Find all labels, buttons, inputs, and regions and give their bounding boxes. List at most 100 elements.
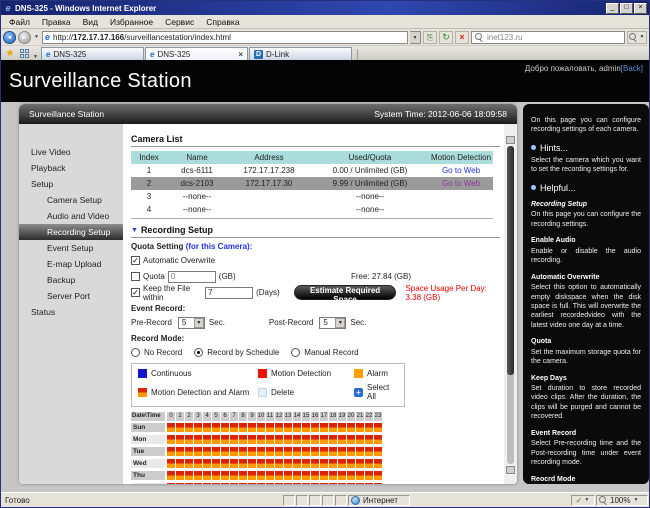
vertical-scrollbar[interactable] xyxy=(504,124,517,484)
schedule-cell[interactable] xyxy=(230,447,238,456)
schedule-cell[interactable] xyxy=(257,483,265,484)
schedule-cell[interactable] xyxy=(239,435,247,444)
schedule-cell[interactable] xyxy=(356,483,364,484)
schedule-cell[interactable] xyxy=(266,459,274,468)
schedule-cell[interactable] xyxy=(311,471,319,480)
schedule-cell[interactable] xyxy=(248,483,256,484)
schedule-cell[interactable] xyxy=(185,483,193,484)
schedule-cell[interactable] xyxy=(248,435,256,444)
schedule-cell[interactable] xyxy=(320,447,328,456)
schedule-cell[interactable] xyxy=(167,459,175,468)
schedule-cell[interactable] xyxy=(167,483,175,484)
schedule-cell[interactable] xyxy=(167,423,175,432)
schedule-cell[interactable] xyxy=(275,435,283,444)
schedule-cell[interactable] xyxy=(239,471,247,480)
schedule-cell[interactable] xyxy=(239,459,247,468)
schedule-cell[interactable] xyxy=(356,435,364,444)
quota-checkbox[interactable] xyxy=(131,272,140,281)
menu-item-[interactable]: Вид xyxy=(77,17,104,27)
schedule-cell[interactable] xyxy=(266,471,274,480)
schedule-cell[interactable] xyxy=(365,483,373,484)
legend-item-alarm[interactable]: Alarm xyxy=(354,369,398,378)
schedule-cell[interactable] xyxy=(248,447,256,456)
schedule-cell[interactable] xyxy=(212,435,220,444)
legend-delete-swatch[interactable] xyxy=(258,387,267,397)
search-options-button[interactable]: ▼ xyxy=(627,30,647,44)
legend-item-continuous[interactable]: Continuous xyxy=(138,369,258,378)
schedule-cell[interactable] xyxy=(356,447,364,456)
menu-item-[interactable]: Правка xyxy=(36,17,77,27)
schedule-cell[interactable] xyxy=(203,483,211,484)
schedule-cell[interactable] xyxy=(275,447,283,456)
schedule-cell[interactable] xyxy=(176,459,184,468)
legend-selectall-swatch[interactable]: + xyxy=(354,387,363,397)
sidebar-item-setup[interactable]: Setup xyxy=(19,176,123,192)
schedule-cell[interactable] xyxy=(284,483,292,484)
schedule-cell[interactable] xyxy=(194,447,202,456)
schedule-cell[interactable] xyxy=(311,483,319,484)
schedule-cell[interactable] xyxy=(176,447,184,456)
schedule-cell[interactable] xyxy=(257,471,265,480)
close-tab-icon[interactable]: × xyxy=(238,50,243,59)
schedule-cell[interactable] xyxy=(275,423,283,432)
schedule-cell[interactable] xyxy=(302,447,310,456)
schedule-cell[interactable] xyxy=(347,423,355,432)
scrollbar-track[interactable] xyxy=(507,146,514,464)
keep-days-input[interactable] xyxy=(205,286,254,299)
menu-item-[interactable]: Справка xyxy=(200,17,245,27)
sidebar-item-camera-setup[interactable]: Camera Setup xyxy=(19,192,123,208)
radio-manual-record[interactable] xyxy=(291,347,301,357)
schedule-cell[interactable] xyxy=(266,447,274,456)
schedule-cell[interactable] xyxy=(230,483,238,484)
sidebar-item-event-setup[interactable]: Event Setup xyxy=(19,240,123,256)
schedule-cell[interactable] xyxy=(167,471,175,480)
schedule-cell[interactable] xyxy=(185,471,193,480)
estimate-required-space-button[interactable]: Estimate Required Space xyxy=(293,285,397,304)
schedule-cell[interactable] xyxy=(302,471,310,480)
schedule-cell[interactable] xyxy=(230,435,238,444)
schedule-cell[interactable] xyxy=(365,471,373,480)
schedule-cell[interactable] xyxy=(221,471,229,480)
schedule-cell[interactable] xyxy=(329,435,337,444)
schedule-cell[interactable] xyxy=(212,447,220,456)
schedule-cell[interactable] xyxy=(338,447,346,456)
scroll-up-button[interactable] xyxy=(506,136,515,144)
legend-item-select-all[interactable]: + Select All xyxy=(354,383,398,401)
schedule-cell[interactable] xyxy=(275,483,283,484)
schedule-cell[interactable] xyxy=(311,435,319,444)
schedule-cell[interactable] xyxy=(293,447,301,456)
schedule-cell[interactable] xyxy=(302,435,310,444)
schedule-cell[interactable] xyxy=(194,483,202,484)
schedule-cell[interactable] xyxy=(176,423,184,432)
legend-motion-swatch[interactable] xyxy=(258,369,267,378)
schedule-cell[interactable] xyxy=(194,459,202,468)
schedule-cell[interactable] xyxy=(275,459,283,468)
quota-input[interactable] xyxy=(167,270,216,283)
schedule-cell[interactable] xyxy=(194,423,202,432)
schedule-cell[interactable] xyxy=(365,423,373,432)
schedule-cell[interactable] xyxy=(203,459,211,468)
schedule-cell[interactable] xyxy=(176,471,184,480)
favorites-star-icon[interactable]: ★ xyxy=(3,47,17,60)
legend-alarm-swatch[interactable] xyxy=(354,369,363,378)
schedule-cell[interactable] xyxy=(329,459,337,468)
schedule-cell[interactable] xyxy=(266,423,274,432)
back-button[interactable]: ◄ xyxy=(3,30,16,44)
schedule-cell[interactable] xyxy=(221,459,229,468)
schedule-cell[interactable] xyxy=(365,447,373,456)
schedule-cell[interactable] xyxy=(320,459,328,468)
schedule-cell[interactable] xyxy=(329,471,337,480)
schedule-cell[interactable] xyxy=(311,447,319,456)
schedule-cell[interactable] xyxy=(374,423,382,432)
schedule-cell[interactable] xyxy=(284,459,292,468)
schedule-cell[interactable] xyxy=(284,435,292,444)
menu-item-[interactable]: Избранное xyxy=(104,17,159,27)
schedule-cell[interactable] xyxy=(374,459,382,468)
schedule-cell[interactable] xyxy=(185,459,193,468)
schedule-cell[interactable] xyxy=(338,435,346,444)
maximize-button[interactable]: □ xyxy=(620,2,633,14)
schedule-cell[interactable] xyxy=(194,435,202,444)
schedule-cell[interactable] xyxy=(230,459,238,468)
address-dropdown-button[interactable]: ▼ xyxy=(410,30,421,44)
schedule-cell[interactable] xyxy=(167,435,175,444)
